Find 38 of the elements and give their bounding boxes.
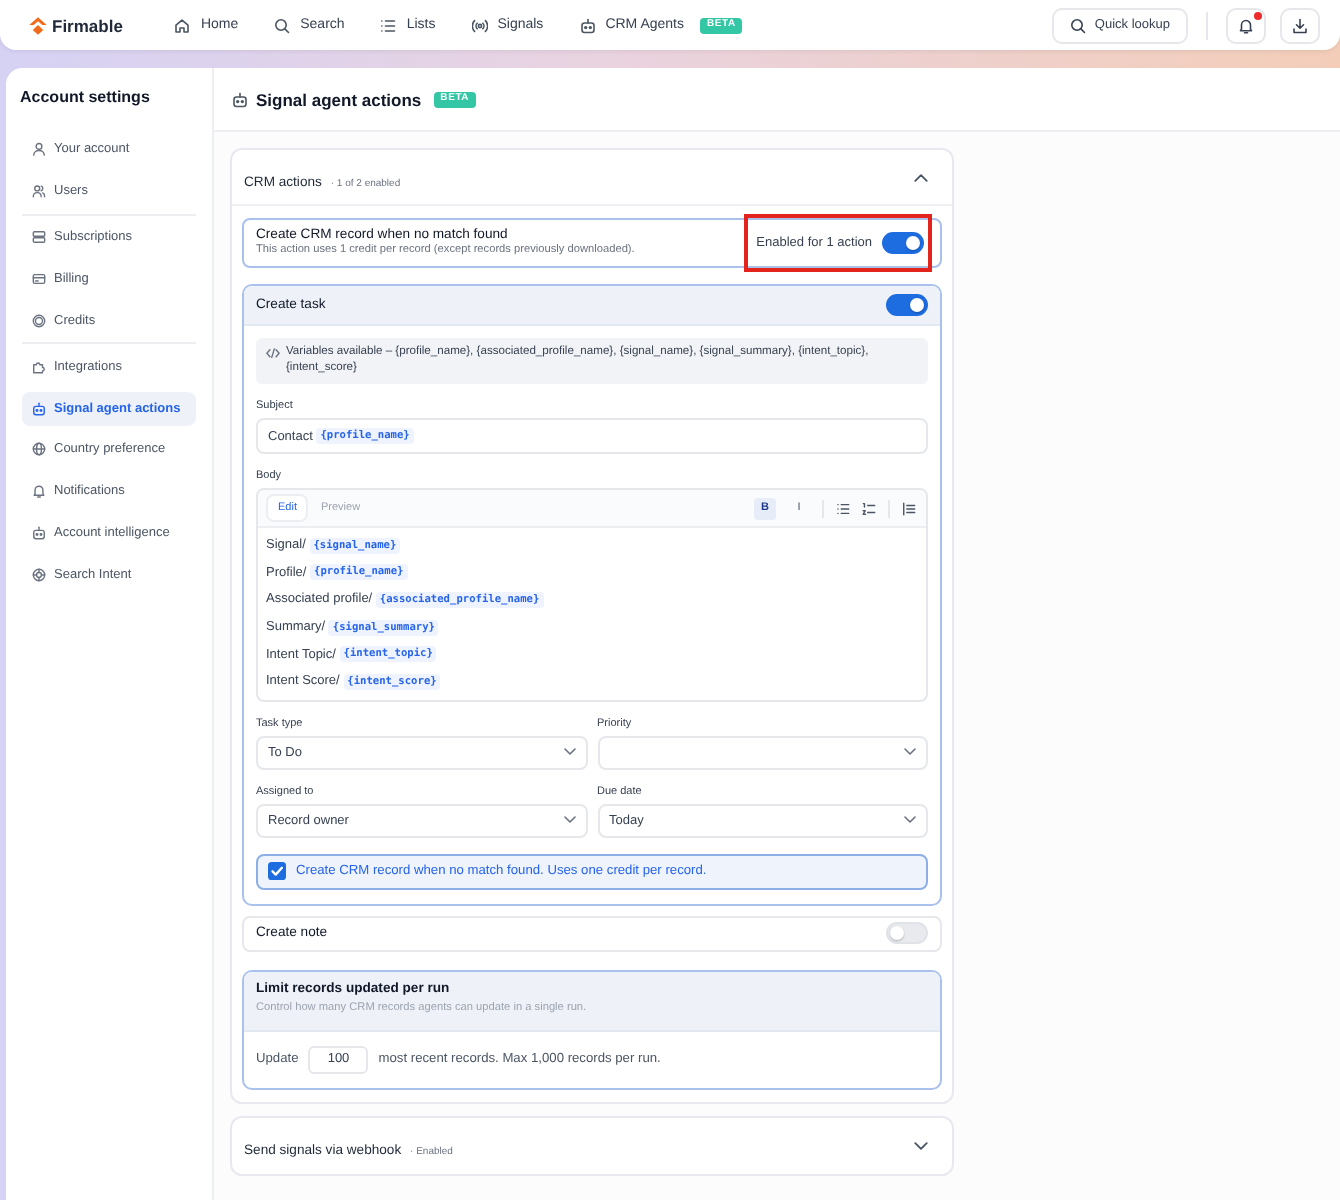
code-icon xyxy=(266,348,280,359)
stack-icon xyxy=(32,230,46,245)
numbered-list-icon[interactable] xyxy=(862,501,876,515)
download-icon xyxy=(1292,17,1308,33)
bell-icon xyxy=(32,484,46,499)
robot-icon xyxy=(579,17,596,33)
chevron-down-icon xyxy=(904,816,916,824)
robot-icon xyxy=(232,91,248,107)
robot-icon xyxy=(32,526,46,541)
robot-icon xyxy=(32,401,46,416)
toggle-switch[interactable] xyxy=(886,294,928,316)
chevron-down-icon xyxy=(563,816,575,824)
home-icon xyxy=(174,17,191,33)
download-button[interactable] xyxy=(1280,7,1320,43)
broadcast-icon xyxy=(471,17,488,33)
person-icon xyxy=(32,142,46,157)
search-icon xyxy=(274,17,291,33)
quote-icon[interactable] xyxy=(902,501,916,515)
toggle-switch[interactable] xyxy=(882,232,924,254)
puzzle-icon xyxy=(32,359,46,374)
settings-heading: Account settings xyxy=(20,88,152,108)
bullet-list-icon[interactable] xyxy=(836,501,850,515)
select-field[interactable] xyxy=(597,735,928,770)
globe-icon xyxy=(32,442,46,457)
checkbox[interactable] xyxy=(268,862,286,881)
brand-name: Firmable xyxy=(52,15,123,35)
page-title: Signal agent actions xyxy=(256,89,422,109)
card-icon xyxy=(32,272,46,287)
chevron-down-icon xyxy=(904,748,916,756)
logo-icon xyxy=(28,15,48,35)
search-icon xyxy=(1070,17,1087,33)
coin-icon xyxy=(32,313,46,328)
chevron-down-icon xyxy=(563,748,575,756)
bell-icon xyxy=(1238,17,1254,33)
target-icon xyxy=(32,567,46,582)
notifications-button[interactable] xyxy=(1226,7,1266,43)
list-icon xyxy=(380,17,397,33)
people-icon xyxy=(32,184,46,199)
